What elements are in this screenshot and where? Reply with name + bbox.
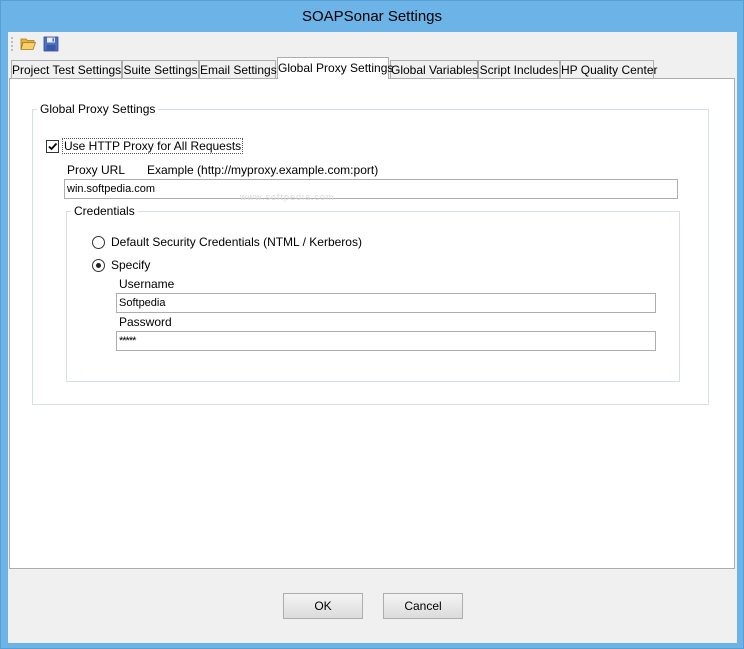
username-label: Username: [119, 277, 175, 291]
password-label: Password: [119, 315, 172, 329]
window-title: SOAPSonar Settings: [301, 8, 443, 25]
open-button[interactable]: [18, 34, 38, 54]
default-credentials-label[interactable]: Default Security Credentials (NTML / Ker…: [111, 235, 362, 249]
folder-open-icon: [20, 38, 36, 50]
checkmark-icon: [48, 142, 58, 151]
toolbar-grip[interactable]: [11, 36, 13, 52]
tab-project-test-settings[interactable]: Project Test Settings: [11, 60, 122, 78]
cancel-button[interactable]: Cancel: [383, 593, 463, 619]
tab-script-includes[interactable]: Script Includes: [478, 60, 560, 78]
use-proxy-checkbox[interactable]: [46, 140, 59, 153]
tab-global-variables[interactable]: Global Variables: [390, 60, 478, 78]
watermark-text: www.softpedia.com: [240, 192, 335, 202]
ok-button[interactable]: OK: [283, 593, 363, 619]
tab-hp-quality-center[interactable]: HP Quality Center: [560, 60, 658, 78]
global-proxy-settings-panel: Global Proxy Settings Use HTTP Proxy for…: [9, 78, 735, 569]
specify-credentials-label[interactable]: Specify: [111, 258, 150, 272]
specify-credentials-radio[interactable]: [92, 259, 105, 272]
default-credentials-radio[interactable]: [92, 236, 105, 249]
save-button[interactable]: [41, 34, 61, 54]
tab-global-proxy-settings[interactable]: Global Proxy Settings: [277, 57, 393, 79]
proxy-url-input[interactable]: win.softpedia.com: [64, 179, 678, 199]
proxy-url-label: Proxy URL: [67, 163, 126, 177]
settings-window: SOAPSonar Settings Project Test Settings…: [0, 0, 744, 649]
global-proxy-group-label: Global Proxy Settings: [37, 102, 159, 116]
credentials-group-label: Credentials: [71, 204, 138, 218]
tab-suite-settings[interactable]: Suite Settings: [122, 60, 199, 78]
tab-strip: Project Test Settings Suite Settings Ema…: [11, 57, 737, 79]
tab-email-settings[interactable]: Email Settings: [199, 60, 277, 78]
password-input[interactable]: *****: [116, 331, 656, 351]
proxy-url-example: Example (http://myproxy.example.com:port…: [147, 163, 379, 177]
username-input[interactable]: Softpedia: [116, 293, 656, 313]
window-client-area: Project Test Settings Suite Settings Ema…: [8, 32, 737, 643]
save-disk-icon: [43, 36, 59, 52]
toolbar: [8, 32, 737, 56]
use-proxy-label[interactable]: Use HTTP Proxy for All Requests: [61, 138, 244, 154]
